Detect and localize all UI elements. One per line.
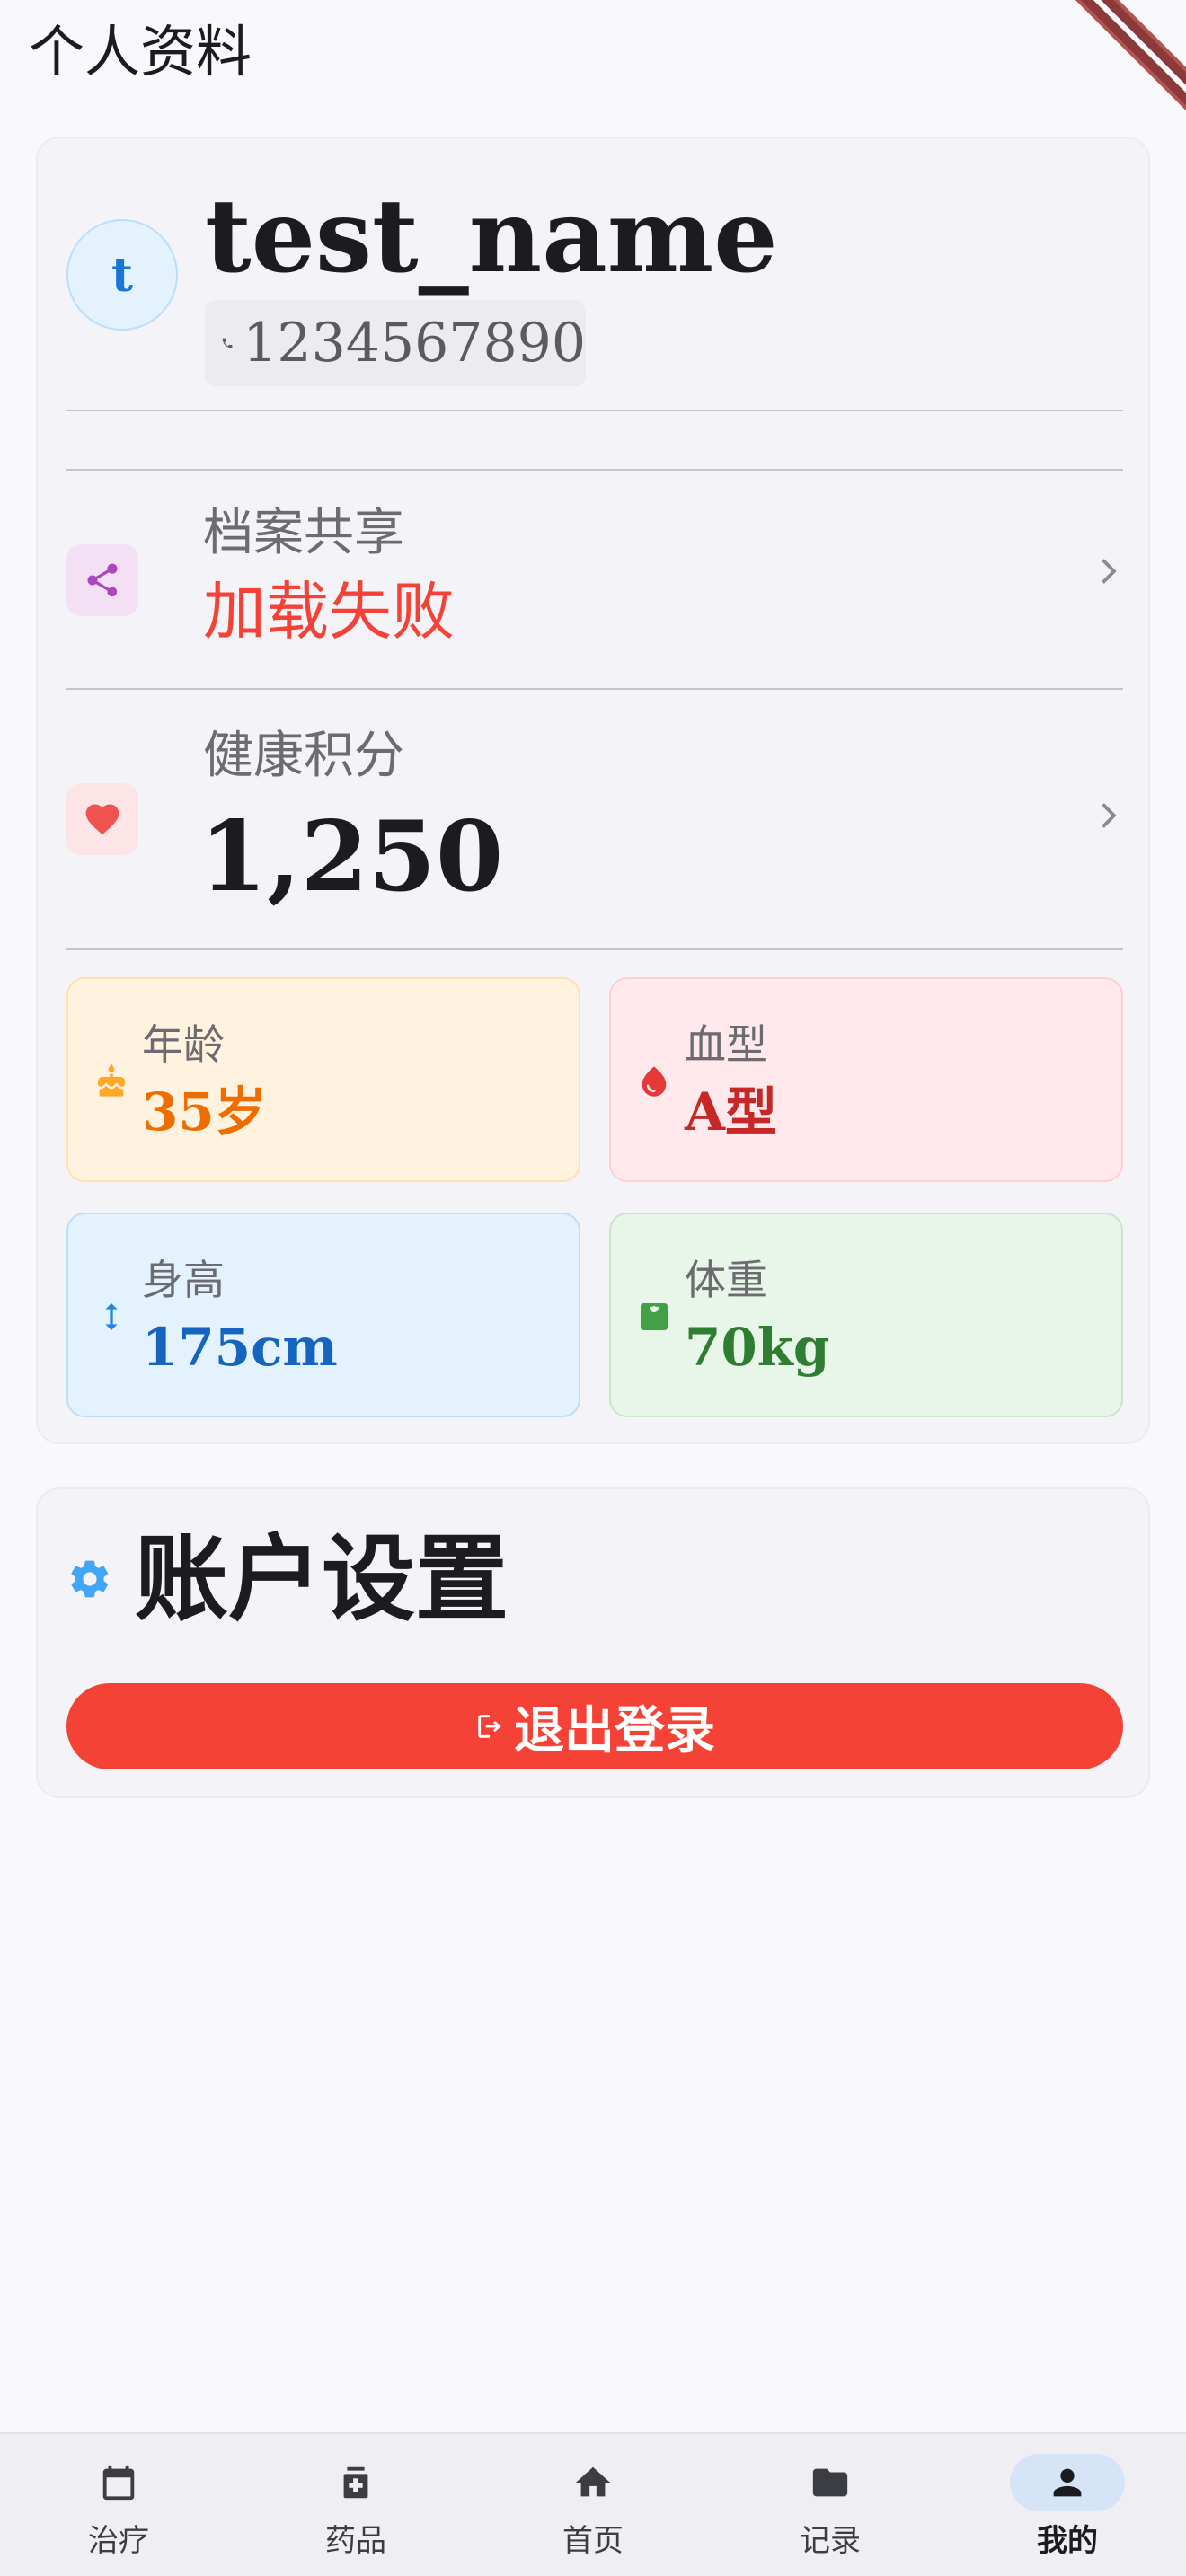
blood-drop-icon — [642, 1066, 667, 1097]
profile-sharing-row[interactable]: 档案共享 加载失败 — [66, 471, 1123, 677]
weight-value: 70kg — [685, 1317, 830, 1378]
weight-label: 体重 — [685, 1256, 767, 1304]
blood-type-stat: 血型 A型 — [609, 977, 1123, 1182]
logout-icon — [478, 1715, 501, 1738]
settings-header: 账户设置 — [66, 1525, 509, 1633]
height-stat: 身高 175cm — [66, 1213, 580, 1417]
divider — [66, 948, 1123, 950]
medicine-icon — [343, 2466, 368, 2499]
age-value: 35岁 — [142, 1081, 267, 1142]
heart-icon — [66, 783, 138, 855]
nav-item-mine[interactable]: 我的 — [949, 2434, 1186, 2576]
age-label: 年龄 — [142, 1020, 225, 1069]
points-label: 健康积分 — [203, 727, 404, 785]
bottom-nav: 治疗 药品 首页 记录 我的 — [0, 2432, 1186, 2576]
height-icon — [105, 1303, 118, 1330]
nav-label: 首页 — [562, 2523, 624, 2559]
blood-label: 血型 — [685, 1020, 767, 1069]
divider — [66, 410, 1123, 411]
nav-label: 药品 — [325, 2523, 386, 2559]
person-icon — [1053, 2468, 1082, 2497]
nav-item-treatment[interactable]: 治疗 — [0, 2434, 237, 2576]
health-points-row[interactable]: 健康积分 1,250 — [66, 688, 1123, 948]
gear-icon — [71, 1560, 109, 1598]
chevron-right-icon — [1102, 559, 1117, 584]
nav-label: 治疗 — [88, 2523, 149, 2559]
cake-icon — [98, 1063, 125, 1097]
blood-value: A型 — [685, 1081, 778, 1142]
avatar: t — [66, 219, 178, 331]
logout-label: 退出登录 — [514, 1700, 715, 1760]
debug-banner — [1069, 0, 1186, 117]
height-value: 175cm — [142, 1317, 338, 1378]
settings-title: 账户设置 — [135, 1523, 509, 1634]
chevron-right-icon — [1102, 803, 1117, 828]
weight-stat: 体重 70kg — [609, 1213, 1123, 1417]
phone-chip: 1234567890 — [205, 300, 586, 386]
scale-icon — [641, 1303, 668, 1330]
home-icon — [575, 2466, 611, 2497]
nav-item-home[interactable]: 首页 — [474, 2434, 712, 2576]
nav-item-records[interactable]: 记录 — [712, 2434, 949, 2576]
points-value: 1,250 — [199, 800, 504, 913]
share-label: 档案共享 — [203, 504, 404, 562]
nav-label: 我的 — [1037, 2523, 1098, 2559]
age-stat: 年龄 35岁 — [66, 977, 580, 1182]
nav-label: 记录 — [800, 2523, 861, 2559]
height-label: 身高 — [142, 1256, 225, 1304]
folder-icon — [812, 2468, 848, 2497]
phone-number: 1234567890 — [243, 312, 586, 375]
profile-card: t test_name 1234567890 档案共享 加载失败 健康积分 1,… — [36, 137, 1150, 1444]
calendar-icon — [102, 2465, 135, 2501]
share-status: 加载失败 — [203, 575, 455, 648]
avatar-initial: t — [111, 247, 134, 303]
page-title: 个人资料 — [29, 19, 252, 84]
nav-item-medicine[interactable]: 药品 — [237, 2434, 474, 2576]
account-settings-card: 账户设置 退出登录 — [36, 1487, 1150, 1798]
share-icon — [66, 544, 138, 616]
phone-icon — [222, 338, 233, 348]
logout-button[interactable]: 退出登录 — [66, 1683, 1123, 1769]
username: test_name — [205, 178, 778, 296]
